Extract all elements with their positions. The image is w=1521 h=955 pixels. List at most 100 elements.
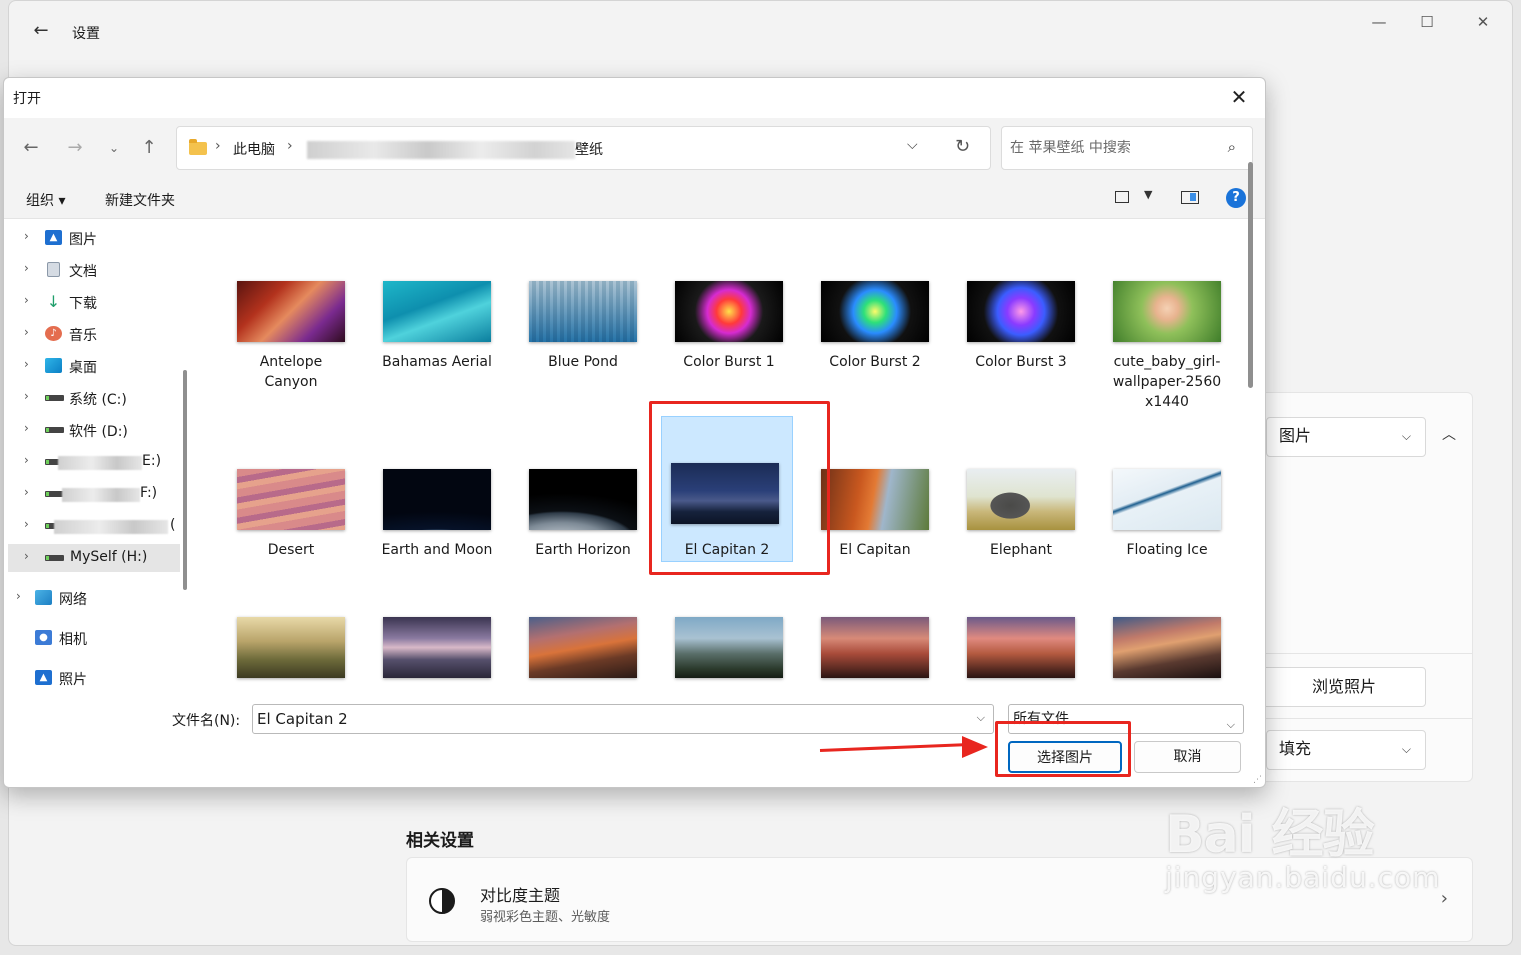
sidebar-item-drive-g[interactable]: › (	[4, 512, 180, 540]
file-tile-color-burst-2[interactable]: Color Burst 2	[810, 274, 940, 414]
breadcrumb-separator-icon: ›	[215, 138, 221, 154]
cancel-button[interactable]: 取消	[1134, 741, 1241, 773]
chevron-up-icon[interactable]: ︿	[1442, 424, 1456, 444]
thumbnail-image	[529, 617, 637, 678]
view-dropdown-icon[interactable]: ▼	[1144, 188, 1152, 201]
file-tile[interactable]	[518, 610, 648, 688]
file-tile[interactable]	[1102, 610, 1232, 688]
network-icon	[35, 590, 52, 605]
divider	[1257, 718, 1473, 719]
sidebar-item-downloads[interactable]: › ↓ 下载	[4, 288, 180, 316]
thumbnail-image	[383, 281, 491, 342]
sidebar-item-documents[interactable]: › 文档	[4, 256, 180, 284]
file-name: Desert	[267, 542, 315, 558]
file-name: Floating Ice	[1126, 542, 1208, 558]
filename-label: 文件名(N):	[172, 713, 241, 729]
search-input[interactable]	[1010, 137, 1210, 159]
chevron-right-icon: ›	[24, 389, 29, 403]
blurred-label	[58, 456, 142, 470]
minimize-icon[interactable]: —	[1359, 11, 1399, 33]
file-tile-earth-and-moon[interactable]: Earth and Moon	[372, 462, 502, 562]
file-grid-scrollbar[interactable]	[1248, 162, 1253, 388]
back-arrow-icon[interactable]: ←	[29, 19, 53, 43]
sidebar-item-desktop[interactable]: › 桌面	[4, 352, 180, 380]
file-tile[interactable]	[226, 610, 356, 688]
picture-type-dropdown[interactable]: 图片 ⌵	[1266, 417, 1426, 457]
new-folder-button[interactable]: 新建文件夹	[105, 190, 175, 210]
recent-locations-icon[interactable]: ⌄	[101, 135, 127, 161]
close-window-icon[interactable]: ✕	[1463, 11, 1503, 33]
sidebar-item-drive-c[interactable]: › 系统 (C:)	[4, 384, 180, 412]
file-tile-color-burst-3[interactable]: Color Burst 3	[956, 274, 1086, 414]
chevron-down-icon: ⌵	[1226, 718, 1235, 731]
file-tile[interactable]	[372, 610, 502, 688]
resize-grip-icon[interactable]: ⋰	[1253, 775, 1262, 785]
chevron-down-icon[interactable]: ⌵	[977, 711, 985, 725]
view-icon[interactable]	[1115, 191, 1129, 203]
file-tile[interactable]	[810, 610, 940, 688]
up-icon[interactable]: ↑	[136, 135, 162, 161]
sidebar-scrollbar[interactable]	[183, 370, 187, 590]
close-icon[interactable]: ✕	[1225, 84, 1253, 110]
filename-input[interactable]	[257, 709, 957, 729]
thumbnail-image	[967, 281, 1075, 342]
file-tile-floating-ice[interactable]: Floating Ice	[1102, 462, 1232, 562]
file-tile-blue-pond[interactable]: Blue Pond	[518, 274, 648, 414]
sidebar-item-drive-e[interactable]: › E:)	[4, 448, 180, 476]
watermark-url: jingyan.baidu.com	[1165, 861, 1441, 894]
file-tile-color-burst-1[interactable]: Color Burst 1	[664, 274, 794, 414]
sidebar-item-drive-d[interactable]: › 软件 (D:)	[4, 416, 180, 444]
file-tile-bahamas-aerial[interactable]: Bahamas Aerial	[372, 274, 502, 414]
sidebar-item-label: E:)	[142, 453, 162, 469]
sidebar-item-network[interactable]: › 网络	[4, 584, 180, 612]
back-icon[interactable]: ←	[18, 135, 44, 161]
desktop-icon	[45, 358, 62, 373]
thumbnail-image	[675, 617, 783, 678]
forward-icon[interactable]: →	[62, 135, 88, 161]
sidebar-item-music[interactable]: › ♪ 音乐	[4, 320, 180, 348]
file-tile-earth-horizon[interactable]: Earth Horizon	[518, 462, 648, 562]
picture-type-value: 图片	[1279, 426, 1312, 445]
breadcrumb-this-pc[interactable]: 此电脑	[233, 139, 275, 159]
sidebar-item-label: (	[170, 517, 176, 533]
drive-icon	[45, 555, 64, 561]
search-box[interactable]: ⌕	[1001, 126, 1253, 170]
chevron-down-icon[interactable]: ⌵	[907, 137, 918, 153]
file-tile-antelope-canyon[interactable]: Antelope Canyon	[226, 274, 356, 414]
sidebar-item-photos[interactable]: ▲ 照片	[4, 664, 180, 692]
baidu-watermark: Bai 经验 jingyan.baidu.com	[1165, 792, 1440, 894]
thumbnail-image	[237, 617, 345, 678]
file-tile[interactable]	[956, 610, 1086, 688]
search-icon[interactable]: ⌕	[1228, 138, 1236, 156]
sidebar-item-pictures[interactable]: › ▲ 图片	[4, 224, 180, 252]
sidebar-item-camera[interactable]: ● 相机	[4, 624, 180, 652]
fit-dropdown[interactable]: 填充 ⌵	[1266, 730, 1426, 770]
maximize-icon[interactable]: ☐	[1407, 11, 1447, 33]
file-tile-elephant[interactable]: Elephant	[956, 462, 1086, 562]
sidebar-item-drive-h[interactable]: › MySelf (H:)	[8, 544, 180, 572]
sidebar-item-label: MySelf (H:)	[70, 549, 148, 565]
file-tile-cute-baby-girl[interactable]: cute_baby_girl- wallpaper-2560 x1440	[1102, 274, 1232, 414]
thumbnail-image	[675, 281, 783, 342]
preview-pane-icon[interactable]	[1181, 191, 1199, 204]
breadcrumb-separator-icon: ›	[287, 138, 293, 154]
command-toolbar: 组织 ▾ 新建文件夹 ▼ ?	[4, 178, 1265, 219]
refresh-icon[interactable]: ↻	[955, 136, 970, 157]
thumbnail-image	[967, 469, 1075, 530]
file-tile-desert[interactable]: Desert	[226, 462, 356, 562]
breadcrumb-wallpaper[interactable]: 壁纸	[575, 139, 603, 159]
annotation-highlight-box	[649, 401, 830, 575]
thumbnail-image	[821, 617, 929, 678]
sidebar-item-drive-f[interactable]: › F:)	[4, 480, 180, 508]
file-name: Color Burst 1	[683, 354, 775, 370]
help-icon[interactable]: ?	[1226, 188, 1246, 208]
address-bar[interactable]: › 此电脑 › 壁纸 ⌵ ↻	[176, 126, 991, 170]
thumbnail-image	[967, 617, 1075, 678]
photos-icon: ▲	[35, 670, 52, 685]
blurred-label	[54, 520, 168, 534]
organize-menu[interactable]: 组织 ▾	[26, 190, 65, 210]
browse-photos-button[interactable]: 浏览照片	[1262, 667, 1426, 707]
file-tile[interactable]	[664, 610, 794, 688]
filename-combobox[interactable]: ⌵	[252, 704, 994, 734]
file-name: Color Burst 2	[829, 354, 921, 370]
